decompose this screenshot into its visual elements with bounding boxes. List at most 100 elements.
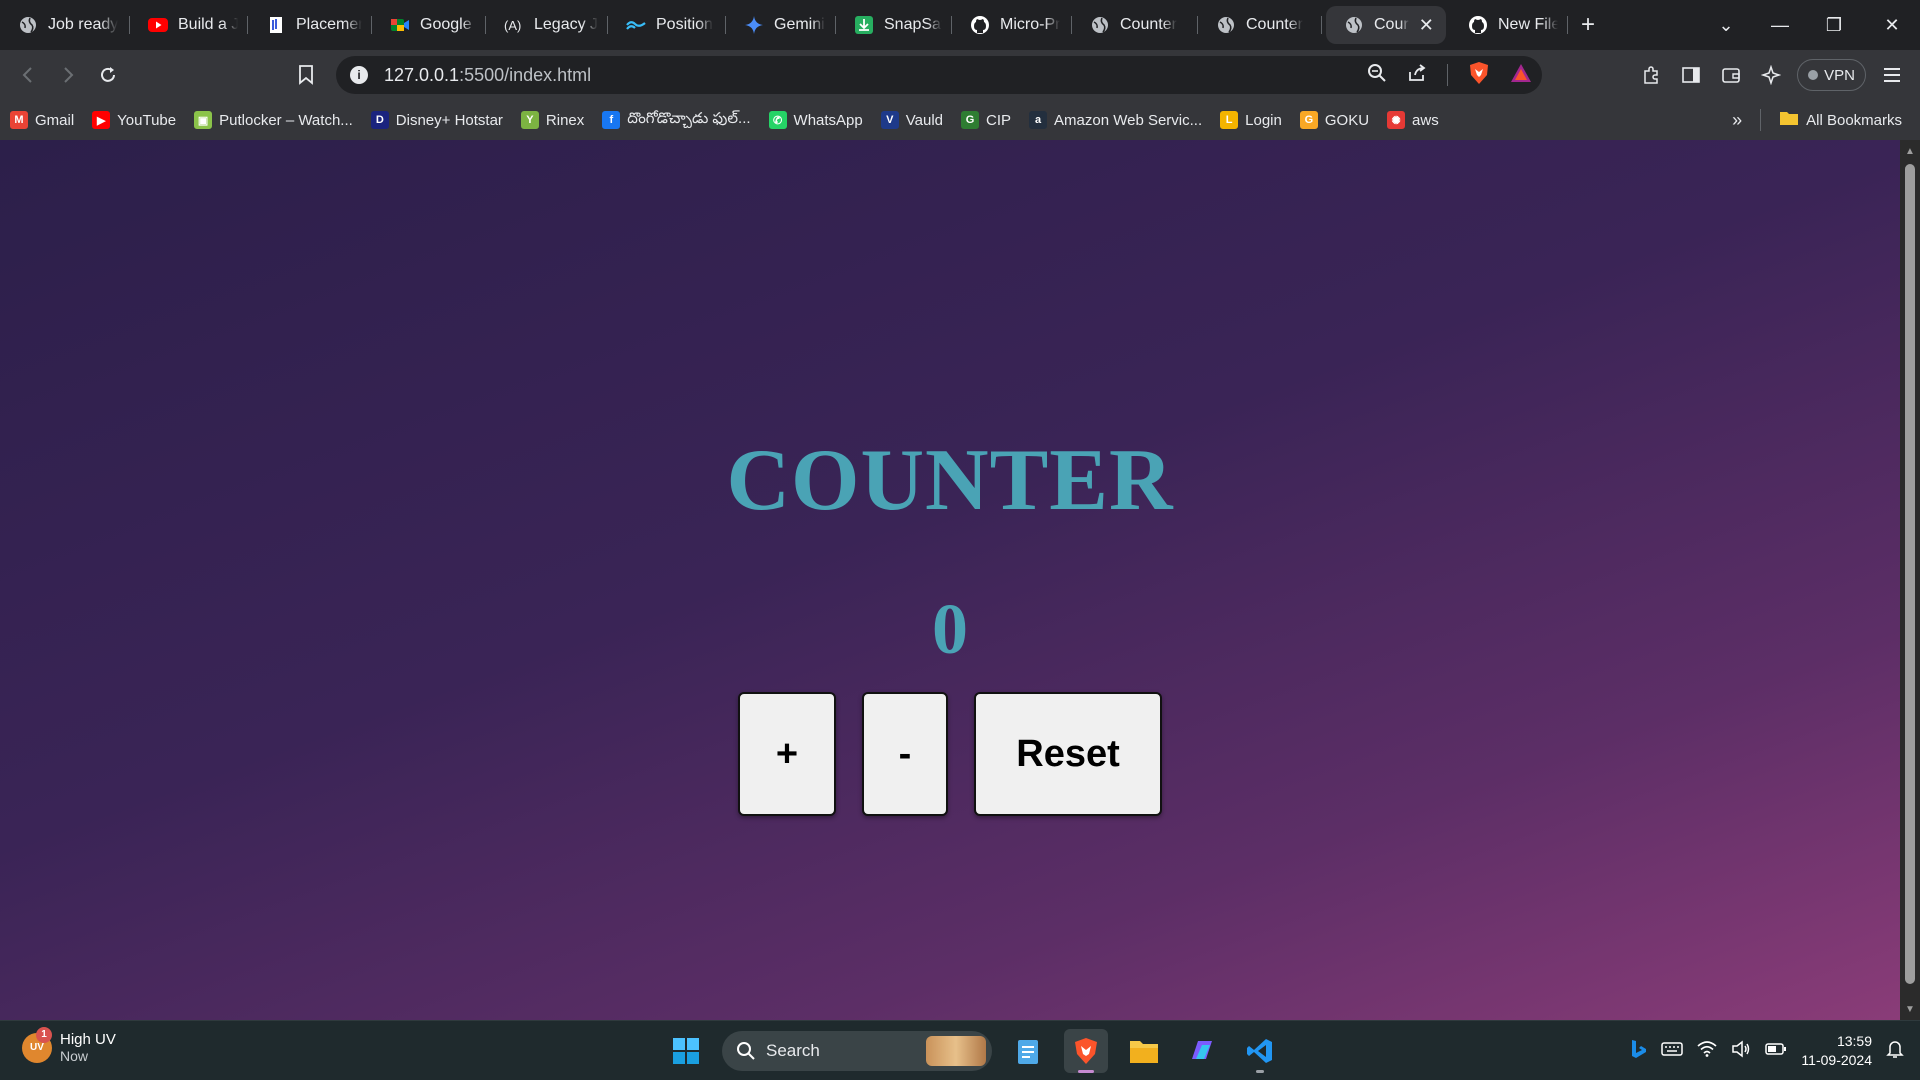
close-window-button[interactable]: ✕ [1864, 0, 1920, 50]
notifications-bell-icon[interactable] [1886, 1039, 1904, 1064]
tab-12[interactable]: Cour ✕ [1326, 6, 1446, 44]
wallet-icon[interactable] [1711, 55, 1751, 95]
tab-3[interactable]: Placemen [248, 6, 372, 44]
youtube-icon: ▶ [92, 111, 111, 129]
clock-date: 11-09-2024 [1801, 1052, 1872, 1068]
reset-button[interactable]: Reset [974, 692, 1162, 816]
bookmarks-bar: M Gmail ▶ YouTube ▣ Putlocker – Watch... D Disn… [0, 100, 1920, 140]
bookmark-item[interactable]: ✺ aws [1387, 111, 1439, 129]
windows-icon [673, 1038, 699, 1064]
keyboard-icon[interactable] [1661, 1041, 1684, 1062]
close-tab-icon[interactable]: ✕ [1419, 15, 1434, 36]
bookmark-item[interactable]: f దొంగోడొచ్చాడు ఫుల్... [602, 110, 751, 131]
youtube-icon [148, 15, 168, 35]
notification-badge: 1 [36, 1026, 52, 1043]
bookmark-page-icon[interactable] [286, 55, 326, 95]
globe-icon [18, 15, 38, 35]
tab-5[interactable]: (A) Legacy Ja [486, 6, 608, 44]
meet-icon [390, 15, 410, 35]
back-button[interactable] [8, 55, 48, 95]
bookmark-label: Disney+ Hotstar [395, 111, 503, 129]
tab-10[interactable]: Counter [1072, 6, 1198, 44]
windows-taskbar: UV 1 High UV Now Search 13:59 11-09-2024 [0, 1020, 1920, 1080]
bookmark-item[interactable]: a Amazon Web Servic... [1029, 111, 1202, 129]
tab-search-chevron-icon[interactable]: ⌄ [1698, 0, 1754, 50]
bookmark-label: Amazon Web Servic... [1054, 111, 1203, 129]
address-bar[interactable]: i 127.0.0.1:5500/index.html [336, 56, 1542, 94]
bookmark-item[interactable]: ▣ Putlocker – Watch... [194, 111, 353, 129]
search-highlight-icon [926, 1036, 986, 1066]
weather-subtitle: Now [60, 1048, 89, 1064]
brave-browser-icon[interactable] [1064, 1029, 1108, 1073]
wifi-icon[interactable] [1697, 1040, 1717, 1062]
vpn-button[interactable]: VPN [1797, 59, 1866, 91]
document-icon [266, 15, 286, 35]
bookmark-label: Rinex [545, 111, 585, 129]
site-info-icon[interactable]: i [350, 66, 368, 84]
all-bookmarks-button[interactable]: All Bookmarks [1779, 110, 1902, 130]
decrement-button[interactable]: - [862, 692, 948, 816]
bookmark-item[interactable]: L Login [1220, 111, 1282, 129]
tab-7[interactable]: Gemini [726, 6, 836, 44]
rinex-icon: Y [520, 111, 539, 129]
menu-icon[interactable] [1872, 55, 1912, 95]
tab-6[interactable]: Position [608, 6, 726, 44]
brave-rewards-icon[interactable] [1510, 63, 1532, 88]
share-icon[interactable] [1407, 63, 1427, 88]
bookmark-item[interactable]: D Disney+ Hotstar [370, 111, 503, 129]
vertical-scrollbar[interactable]: ▲ ▼ [1900, 140, 1920, 1020]
sidebar-icon[interactable] [1671, 55, 1711, 95]
weather-title: High UV [60, 1031, 116, 1048]
more-bookmarks-chevron-icon[interactable]: » [1732, 110, 1742, 131]
tab-8[interactable]: SnapSave [836, 6, 952, 44]
notepad-icon[interactable] [1006, 1029, 1050, 1073]
forward-button[interactable] [48, 55, 88, 95]
extensions-icon[interactable] [1631, 55, 1671, 95]
tab-1[interactable]: Job ready [0, 6, 130, 44]
tab-9[interactable]: Micro-Pr [952, 6, 1072, 44]
bookmark-item[interactable]: G GOKU [1299, 111, 1370, 129]
cip-icon: G [961, 111, 980, 129]
reload-button[interactable] [88, 55, 128, 95]
hotstar-icon: D [370, 111, 389, 129]
tab-title: SnapSave [884, 16, 942, 33]
system-tray: 13:59 11-09-2024 [1629, 1021, 1904, 1080]
tab-11[interactable]: Counter [1198, 6, 1322, 44]
weather-widget[interactable]: UV 1 High UV Now [22, 1026, 116, 1064]
globe-icon [1344, 15, 1364, 35]
clock[interactable]: 13:59 11-09-2024 [1801, 1032, 1872, 1070]
goku-icon: G [1299, 111, 1318, 129]
restore-button[interactable]: ❐ [1806, 0, 1862, 50]
uv-icon: UV 1 [22, 1026, 52, 1063]
volume-icon[interactable] [1731, 1039, 1751, 1063]
new-tab-button[interactable]: + [1568, 6, 1608, 44]
tab-2[interactable]: Build a Ja [130, 6, 248, 44]
legacy-icon: (A) [504, 15, 524, 35]
increment-button[interactable]: + [738, 692, 836, 816]
copilot-icon[interactable] [1180, 1029, 1224, 1073]
scroll-down-icon[interactable]: ▼ [1900, 1000, 1920, 1018]
tab-13[interactable]: New File [1450, 6, 1568, 44]
scrollbar-thumb[interactable] [1905, 164, 1915, 984]
bookmark-item[interactable]: ✆ WhatsApp [768, 111, 863, 129]
bookmark-item[interactable]: ▶ YouTube [92, 111, 176, 129]
bookmark-item[interactable]: G CIP [961, 111, 1011, 129]
bookmark-label: Gmail [35, 111, 75, 129]
zoom-icon[interactable] [1367, 63, 1387, 88]
taskbar-search[interactable]: Search [722, 1031, 992, 1071]
leo-ai-icon[interactable] [1751, 55, 1791, 95]
brave-shields-icon[interactable] [1468, 61, 1490, 90]
vscode-icon[interactable] [1238, 1029, 1282, 1073]
tab-4[interactable]: Google M [372, 6, 486, 44]
bookmark-item[interactable]: M Gmail [10, 111, 74, 129]
start-button[interactable] [664, 1029, 708, 1073]
bookmark-label: GOKU [1324, 111, 1370, 129]
minimize-button[interactable]: — [1752, 0, 1808, 50]
file-explorer-icon[interactable] [1122, 1029, 1166, 1073]
bookmark-item[interactable]: V Vauld [880, 111, 944, 129]
bookmark-item[interactable]: Y Rinex [520, 111, 585, 129]
scroll-up-icon[interactable]: ▲ [1900, 142, 1920, 160]
bing-icon[interactable] [1629, 1039, 1647, 1064]
battery-icon[interactable] [1765, 1042, 1787, 1061]
bookmark-label: Vauld [905, 111, 944, 129]
